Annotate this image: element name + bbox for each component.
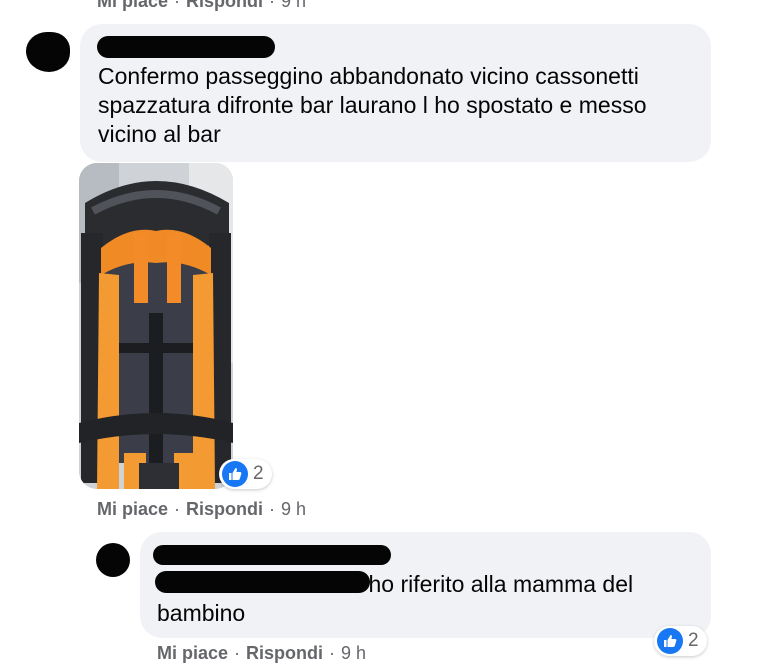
avatar[interactable] (26, 32, 70, 72)
comment-actions-previous: Mi piace · Rispondi · 9 h (97, 0, 306, 12)
like-action[interactable]: Mi piace (157, 643, 228, 663)
reply-action[interactable]: Rispondi (246, 643, 323, 663)
like-action[interactable]: Mi piace (97, 0, 168, 11)
reply-action[interactable]: Rispondi (186, 499, 263, 519)
reply-reaction-summary[interactable]: 2 (654, 626, 707, 656)
comment-text: Confermo passeggino abbandonato vicino c… (98, 63, 647, 147)
reply-avatar[interactable] (96, 543, 130, 577)
timestamp[interactable]: 9 h (281, 0, 306, 11)
reply-author-redacted[interactable] (153, 545, 391, 565)
timestamp[interactable]: 9 h (341, 643, 366, 663)
reply-text: l'ho riferito alla mamma del bambino (157, 571, 634, 626)
comment-actions: Mi piace · Rispondi · 9 h (97, 499, 307, 519)
like-icon (657, 628, 683, 654)
stroller-image (79, 163, 233, 489)
stroller-photo[interactable] (79, 163, 233, 489)
reaction-count: 2 (253, 463, 264, 484)
author-name-redacted[interactable] (97, 36, 275, 58)
reply-actions: Mi piace · Rispondi · 9 h (157, 643, 367, 663)
like-icon (222, 461, 248, 487)
like-action[interactable]: Mi piace (97, 499, 168, 519)
reaction-count: 2 (688, 630, 699, 651)
timestamp[interactable]: 9 h (281, 499, 306, 519)
reaction-summary[interactable]: 2 (219, 459, 272, 489)
reply-action[interactable]: Rispondi (186, 0, 263, 11)
